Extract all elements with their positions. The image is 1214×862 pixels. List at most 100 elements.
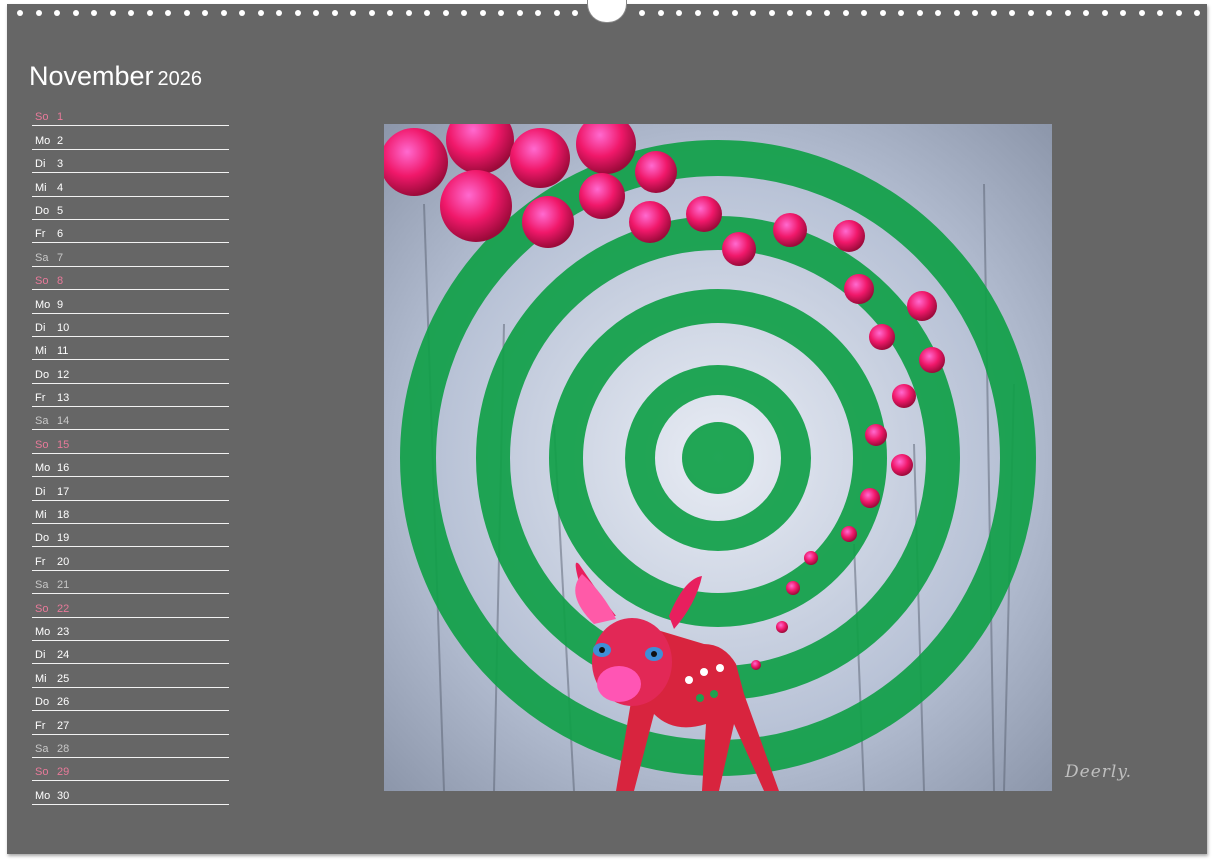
weekday-label: Di — [35, 485, 46, 498]
binding-hole — [1194, 10, 1200, 16]
binding-hole — [935, 10, 941, 16]
date-number: 29 — [57, 766, 70, 779]
binding-hole — [1175, 10, 1182, 16]
day-row: Mi 11 — [32, 337, 229, 361]
month-title: November 2026 — [29, 61, 202, 92]
binding-hole — [824, 10, 830, 16]
binding-hole — [387, 10, 393, 16]
binding-hole — [694, 10, 701, 16]
date-number: 3 — [57, 158, 64, 171]
binding-hole — [1083, 10, 1089, 16]
binding-hole — [916, 10, 923, 16]
date-number: 26 — [57, 696, 70, 709]
binding-hole — [54, 10, 60, 16]
artist-signature: Deerly. — [1065, 762, 1133, 782]
binding-hole — [516, 10, 523, 16]
binding-hole — [972, 10, 978, 16]
date-number: 2 — [57, 134, 64, 147]
day-row: Mo 9 — [32, 290, 229, 314]
binding-hole — [898, 10, 904, 16]
day-row: So 22 — [32, 594, 229, 618]
day-row: Do 19 — [32, 524, 229, 548]
binding-hole — [128, 10, 134, 16]
weekday-label: Mi — [35, 345, 47, 358]
weekday-label: Sa — [35, 579, 49, 592]
weekday-label: Fr — [35, 392, 46, 405]
date-number: 21 — [57, 579, 70, 592]
date-number: 1 — [57, 111, 64, 124]
day-row: So 29 — [32, 758, 229, 782]
date-number: 17 — [57, 485, 70, 498]
binding-hole — [239, 10, 245, 16]
date-number: 5 — [57, 204, 64, 217]
binding-hole — [1046, 10, 1052, 16]
day-row: Mo 23 — [32, 618, 229, 641]
binding-hole — [535, 10, 541, 16]
day-row: Mi 25 — [32, 664, 229, 688]
binding-hole — [750, 10, 756, 16]
date-number: 28 — [57, 742, 70, 755]
binding-hole — [1138, 10, 1145, 16]
year-label: 2026 — [157, 68, 203, 90]
weekday-label: Sa — [35, 415, 49, 428]
weekday-label: Mo — [35, 625, 51, 638]
weekday-label: Mi — [35, 509, 47, 522]
date-number: 6 — [57, 228, 64, 241]
artwork-illustration — [384, 124, 1052, 791]
day-row: Di 17 — [32, 477, 229, 501]
weekday-label: Fr — [35, 228, 46, 241]
weekday-label: Di — [35, 158, 46, 171]
day-row: Do 5 — [32, 197, 229, 220]
day-row: So 15 — [32, 430, 229, 454]
date-number: 19 — [57, 532, 70, 545]
binding-hole — [1157, 10, 1163, 16]
date-number: 24 — [57, 649, 70, 662]
date-number: 10 — [57, 321, 70, 334]
date-number: 22 — [57, 602, 70, 615]
weekday-label: So — [35, 766, 49, 779]
weekday-label: Sa — [35, 251, 49, 264]
day-row: Fr 27 — [32, 711, 229, 735]
day-list: So 1 Mo 2 Di 3 Mi 4 Do 5 Fr 6 Sa 7 So 8 Mo 9 Di 10 Mi 11 Do 12 F… — [32, 103, 229, 805]
binding-hole — [368, 10, 375, 16]
binding-hole — [331, 10, 338, 16]
day-row: Mi 4 — [32, 173, 229, 197]
day-row: Mo 30 — [32, 781, 229, 805]
binding-hole — [405, 10, 412, 16]
binding-hole — [1064, 10, 1071, 16]
weekday-label: Do — [35, 204, 50, 217]
day-row: So 1 — [32, 103, 229, 127]
month-name: November — [29, 61, 154, 91]
binding-hole — [805, 10, 812, 16]
weekday-label: Mo — [35, 134, 51, 147]
day-row: Fr 20 — [32, 547, 229, 571]
date-number: 11 — [57, 345, 69, 358]
weekday-label: Mi — [35, 181, 47, 194]
binding-hole — [1009, 10, 1015, 16]
day-row: Sa 14 — [32, 407, 229, 431]
calendar-page: November 2026 So 1 Mo 2 Di 3 Mi 4 Do 5 Fr 6 Sa 7 So 8 Mo 9… — [7, 0, 1207, 854]
day-row: Sa 21 — [32, 571, 229, 595]
weekday-label: So — [35, 111, 49, 124]
day-row: Sa 28 — [32, 735, 229, 758]
date-number: 25 — [57, 672, 70, 685]
weekday-label: Do — [35, 696, 50, 709]
binding-hole — [220, 10, 227, 16]
date-number: 8 — [57, 275, 64, 288]
day-row: Do 12 — [32, 360, 229, 384]
date-number: 14 — [57, 415, 70, 428]
date-number: 27 — [57, 719, 70, 732]
binding-hole — [442, 10, 449, 16]
binding-hole — [990, 10, 997, 16]
binding-hole — [202, 10, 208, 16]
date-number: 7 — [57, 251, 64, 264]
binding-hole — [109, 10, 116, 16]
binding-hole — [257, 10, 264, 16]
binding-hole — [72, 10, 79, 16]
date-number: 15 — [57, 438, 70, 451]
weekday-label: Di — [35, 649, 46, 662]
day-row: Di 10 — [32, 314, 229, 337]
binding-hole — [676, 10, 682, 16]
weekday-label: So — [35, 438, 49, 451]
binding-hole — [639, 10, 645, 16]
